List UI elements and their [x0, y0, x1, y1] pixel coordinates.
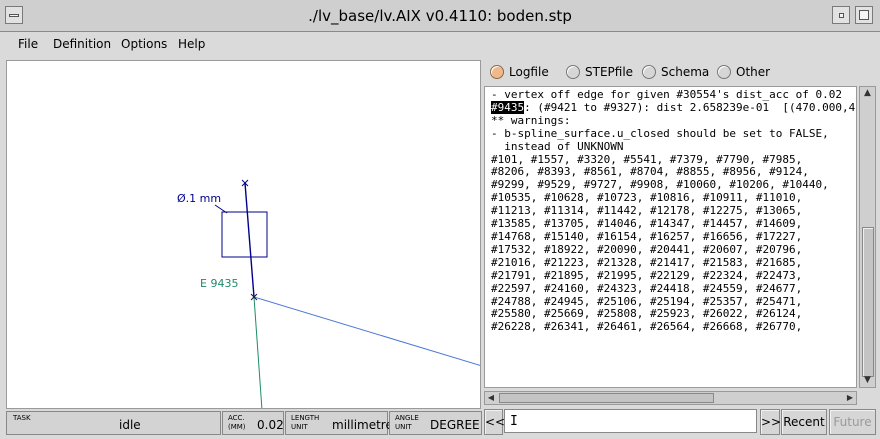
tolerance-box [221, 211, 268, 258]
log-line-text: : (#9421 to #9327): dist 2.658239e-01 [(… [524, 100, 857, 114]
log-horizontal-scrollbar[interactable]: ◀ ▶ [484, 391, 857, 405]
scroll-right-icon[interactable]: ▶ [844, 392, 856, 404]
minimize-button[interactable] [832, 6, 850, 24]
menu-definition[interactable]: Definition [53, 37, 111, 51]
radio-schema[interactable]: Schema [642, 65, 709, 79]
log-line: #21791, #21895, #21995, #22129, #22324, … [491, 268, 803, 282]
log-line: #26228, #26341, #26461, #26564, #26668, … [491, 320, 803, 334]
angle-unit-label-2: UNIT [395, 423, 412, 431]
radio-other[interactable]: Other [717, 65, 770, 79]
menu-help[interactable]: Help [178, 37, 205, 51]
angle-unit-value: DEGREE [430, 418, 480, 432]
history-next-button[interactable]: >> [760, 409, 781, 435]
scroll-left-icon[interactable]: ◀ [485, 392, 497, 404]
command-input[interactable]: I [504, 409, 757, 433]
highlighted-entity[interactable]: #9435 [491, 100, 525, 114]
accuracy-value: 0.02 [257, 418, 284, 432]
recent-button[interactable]: Recent [781, 409, 827, 435]
log-vertical-scrollbar[interactable]: ▲ ▼ [859, 86, 876, 388]
maximize-button[interactable] [855, 6, 873, 24]
length-unit-field: LENGTH UNIT millimetre [285, 411, 393, 435]
text-cursor-icon: I [510, 414, 518, 429]
view-selector: Logfile STEPfile Schema Other [484, 60, 880, 86]
edge-line-green [253, 296, 263, 408]
menu-file[interactable]: File [18, 37, 38, 51]
future-button[interactable]: Future [829, 409, 876, 435]
dimension-leader [214, 204, 228, 214]
accuracy-label: ACC. [228, 414, 245, 422]
accuracy-unit-label: (MM) [228, 423, 246, 431]
status-bar: TASK idle ACC. (MM) 0.02 LENGTH UNIT mil… [0, 409, 880, 439]
radio-label: Other [736, 65, 771, 79]
history-prev-button[interactable]: << [484, 409, 505, 435]
log-text-area[interactable]: - vertex off edge for given #30554's dis… [484, 86, 857, 388]
minimize-icon [839, 13, 844, 18]
radio-indicator [642, 65, 656, 79]
log-line: - b-spline_surface.u_closed should be se… [491, 126, 829, 140]
task-field: TASK idle [6, 411, 221, 435]
length-unit-label-2: UNIT [291, 423, 308, 431]
radio-label: STEPfile [585, 65, 634, 79]
radio-indicator [566, 65, 580, 79]
radio-stepfile[interactable]: STEPfile [566, 65, 633, 79]
length-unit-label: LENGTH [291, 414, 320, 422]
log-line: #22597, #24160, #24323, #24418, #24559, … [491, 281, 803, 295]
task-label: TASK [13, 414, 31, 422]
log-line: #21016, #21223, #21328, #21417, #21583, … [491, 255, 803, 269]
menu-options[interactable]: Options [121, 37, 167, 51]
log-line: #14768, #15140, #16154, #16257, #16656, … [491, 229, 803, 243]
length-unit-value: millimetre [332, 418, 393, 432]
angle-unit-field: ANGLE UNIT DEGREE [389, 411, 482, 435]
radio-indicator [717, 65, 731, 79]
edge-line-blue [253, 296, 480, 366]
menu-bar: File Definition Options Help [0, 32, 880, 56]
scroll-thumb[interactable] [499, 393, 714, 403]
radio-label: Schema [661, 65, 710, 79]
title-bar: ./lv_base/lv.AIX v0.4110: boden.stp [0, 0, 880, 32]
log-line: instead of UNKNOWN [491, 139, 624, 153]
geometry-drawing: Ø.1 mm E 9435 [177, 179, 480, 408]
geometry-canvas[interactable]: Ø.1 mm E 9435 [6, 60, 481, 409]
vertex-connector-line [244, 182, 255, 298]
scroll-up-icon[interactable]: ▲ [862, 88, 873, 99]
radio-indicator-selected [490, 65, 504, 79]
accuracy-field: ACC. (MM) 0.02 [222, 411, 284, 435]
dimension-label: Ø.1 mm [177, 192, 221, 205]
log-line: #17532, #18922, #20090, #20441, #20607, … [491, 242, 803, 256]
window-title: ./lv_base/lv.AIX v0.4110: boden.stp [308, 7, 572, 25]
radio-logfile[interactable]: Logfile [490, 65, 549, 79]
angle-unit-label: ANGLE [395, 414, 419, 422]
scroll-down-icon[interactable]: ▼ [862, 375, 873, 386]
task-value: idle [119, 418, 141, 432]
log-line: #9435: (#9421 to #9327): dist 2.658239e-… [491, 100, 857, 115]
maximize-icon [859, 10, 869, 20]
radio-label: Logfile [509, 65, 549, 79]
scroll-thumb[interactable] [862, 227, 874, 377]
edge-label: E 9435 [200, 277, 238, 290]
log-line: ** warnings: [491, 113, 571, 127]
